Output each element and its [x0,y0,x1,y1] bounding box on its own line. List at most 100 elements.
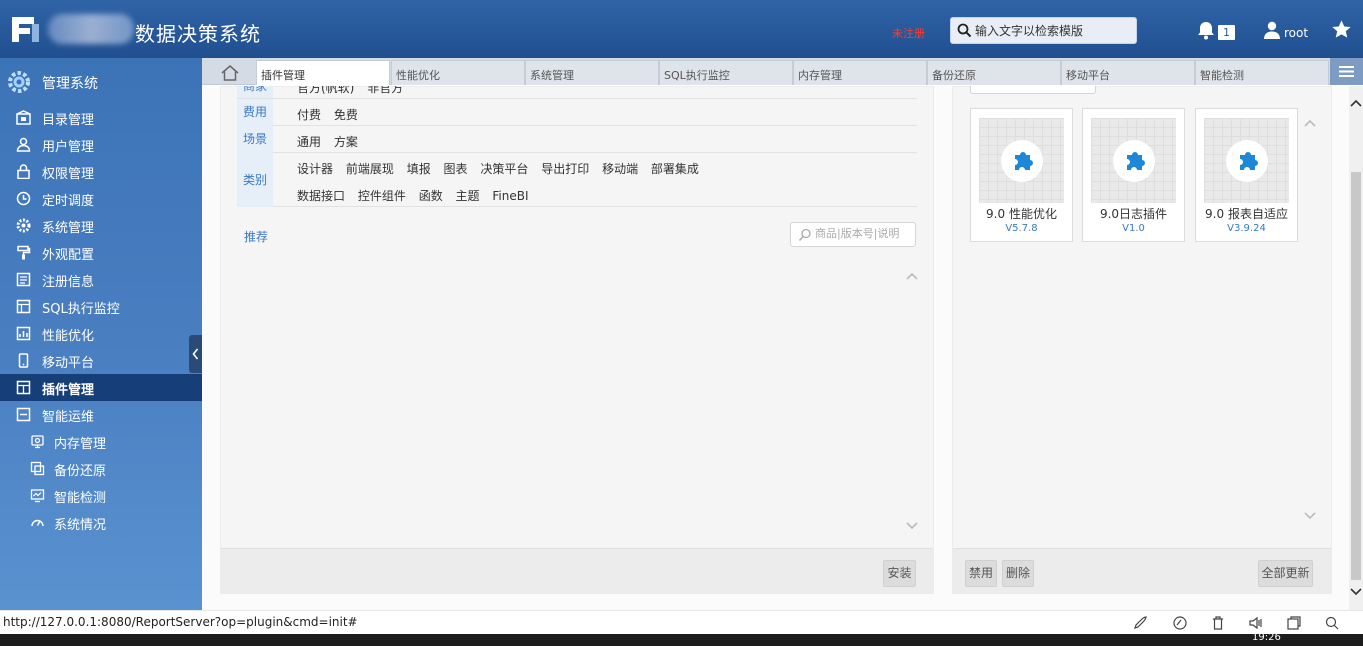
tab-plugin-management[interactable]: 插件管理 [256,60,390,85]
plugin-card[interactable]: 9.0 报表自适应 V3.9.24 [1195,108,1298,242]
speed-icon[interactable] [1172,615,1188,631]
sidebar-item-smart-ops[interactable]: 智能运维 [0,401,202,428]
app-title: 数据决策系统 [135,22,261,46]
filter-option[interactable]: 函数 [419,189,443,203]
filter-option[interactable]: 移动端 [602,162,638,176]
scroll-down-icon[interactable] [905,521,919,531]
recommend-label[interactable]: 推荐 [244,228,268,245]
filter-key-scene[interactable]: 场景 [237,126,273,153]
home-tab[interactable] [212,62,258,85]
tab-smart-check[interactable]: 智能检测 [1195,60,1329,85]
filter-option[interactable]: 部署集成 [651,162,699,176]
filter-key-category[interactable]: 类别 [237,153,273,207]
plugin-card[interactable]: 9.0日志插件 V1.0 [1082,108,1185,242]
scroll-down-icon[interactable] [1303,511,1317,521]
tab-performance[interactable]: 性能优化 [391,60,525,85]
performance-icon [16,326,31,341]
plugin-card[interactable]: 9.0 性能优化 V5.7.8 [970,108,1073,242]
filter-option[interactable]: 方案 [334,135,358,149]
install-button[interactable]: 安装 [883,560,916,587]
sidebar-item-sql-monitor[interactable]: SQL执行监控 [0,293,202,320]
update-all-button[interactable]: 全部更新 [1258,560,1313,587]
sidebar-collapse-handle[interactable] [189,335,202,373]
sidebar-item-permissions[interactable]: 权限管理 [0,158,202,185]
trash-icon[interactable] [1210,615,1226,631]
filter-key-publisher[interactable]: 商家 [237,86,273,98]
tab-menu-button[interactable] [1330,58,1363,85]
search-icon [957,23,972,38]
filter-option[interactable]: 导出打印 [541,162,589,176]
plugin-version: V1.0 [1122,223,1145,234]
filter-key-fee[interactable]: 费用 [237,99,273,126]
sidebar-item-schedule[interactable]: 定时调度 [0,185,202,212]
filter-values-category-1: 设计器 前端展现 填报 图表 决策平台 导出打印 移动端 部署集成 [297,160,708,177]
tab-mobile[interactable]: 移动平台 [1061,60,1195,85]
filter-option[interactable]: 决策平台 [480,162,528,176]
installed-search-fragment[interactable] [970,86,1096,94]
rocket-icon[interactable] [1132,615,1148,631]
filter-option[interactable]: 官方(帆软) [297,86,354,95]
sidebar-item-system-status[interactable]: 系统情况 [0,509,202,536]
sidebar-item-registration[interactable]: 注册信息 [0,266,202,293]
filter-option[interactable]: 主题 [456,189,480,203]
filter-option[interactable]: 付费 [297,108,321,122]
sidebar-item-backup[interactable]: 备份还原 [0,455,202,482]
filter-option[interactable]: 控件组件 [358,189,406,203]
filter-option[interactable]: FineBI [492,189,528,203]
plugin-icon [16,380,31,395]
scrollbar-up-arrow-icon[interactable] [1349,98,1363,108]
sidebar-item-system[interactable]: 系统管理 [0,212,202,239]
sidebar-item-performance[interactable]: 性能优化 [0,320,202,347]
scrollbar-down-arrow-icon[interactable] [1349,587,1363,597]
filter-option[interactable]: 填报 [407,162,431,176]
product-search-input[interactable] [815,227,911,240]
bell-icon[interactable] [1196,20,1216,40]
filter-option[interactable]: 前端展现 [346,162,394,176]
tab-backup[interactable]: 备份还原 [927,60,1061,85]
sidebar-item-users[interactable]: 用户管理 [0,131,202,158]
plugin-circle [1001,140,1043,182]
filter-option[interactable]: 非官方 [367,86,403,95]
sidebar-item-plugins[interactable]: 插件管理 [0,374,202,401]
sidebar-item-memory[interactable]: 内存管理 [0,428,202,455]
gear-icon [16,218,31,233]
sidebar-item-label: 插件管理 [42,383,95,398]
unregistered-label[interactable]: 未注册 [892,25,925,41]
plugin-name: 9.0 性能优化 [986,207,1057,221]
star-icon[interactable] [1331,19,1352,40]
filter-option[interactable]: 设计器 [297,162,333,176]
filter-option[interactable]: 数据接口 [297,189,345,203]
tab-system[interactable]: 系统管理 [525,60,659,85]
sidebar-item-mobile[interactable]: 移动平台 [0,347,202,374]
speaker-icon[interactable] [1248,615,1264,631]
sidebar-item-smart-check[interactable]: 智能检测 [0,482,202,509]
sidebar-header[interactable]: 管理系统 [0,58,202,104]
scroll-up-icon[interactable] [1303,118,1317,128]
tab-memory[interactable]: 内存管理 [793,60,927,85]
user-icon[interactable] [1263,21,1281,39]
username[interactable]: root [1284,26,1308,40]
sidebar-item-label: 系统管理 [42,221,95,236]
chevron-left-icon [192,348,199,360]
zoom-icon[interactable] [1324,615,1340,631]
delete-button[interactable]: 删除 [1002,560,1034,587]
template-search[interactable] [950,17,1137,44]
window-icon[interactable] [1286,615,1302,631]
filter-option[interactable]: 免费 [334,108,358,122]
disable-button[interactable]: 禁用 [965,560,997,587]
filter-values-category-2: 数据接口 控件组件 函数 主题 FineBI [297,187,538,204]
filter-option[interactable]: 图表 [444,162,468,176]
scroll-up-icon[interactable] [905,271,919,281]
plugin-version: V5.7.8 [1005,223,1038,234]
template-search-input[interactable] [975,21,1133,41]
sidebar-item-label: 智能运维 [42,410,95,425]
notification-badge[interactable]: 1 [1218,25,1235,40]
tab-sql-monitor[interactable]: SQL执行监控 [659,60,793,85]
sidebar-item-label: SQL执行监控 [42,302,120,317]
sidebar-item-label: 定时调度 [42,194,95,209]
sidebar-item-directory[interactable]: 目录管理 [0,104,202,131]
product-search[interactable] [790,222,916,247]
sidebar-item-appearance[interactable]: 外观配置 [0,239,202,266]
filter-option[interactable]: 通用 [297,135,321,149]
page-scrollbar-thumb[interactable] [1351,172,1361,580]
